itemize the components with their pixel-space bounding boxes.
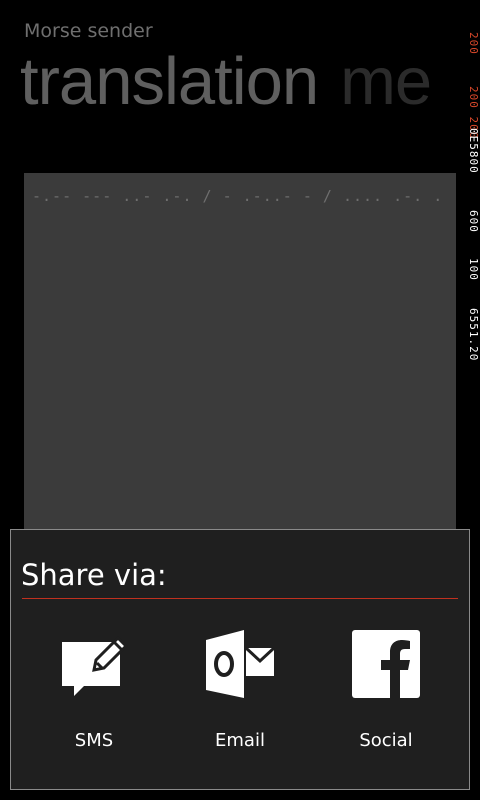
- morse-text: -.-- --- ..- .-. / - .-..- - / .... .-. …: [32, 187, 444, 205]
- share-title: Share via:: [21, 558, 167, 592]
- outlook-email-icon: [206, 630, 276, 698]
- tab-translation[interactable]: translation: [20, 44, 319, 119]
- debug-counter: 0E5800: [467, 128, 480, 174]
- debug-counter: 100: [467, 258, 480, 281]
- pivot-header: translation me: [20, 48, 432, 115]
- facebook-icon: [352, 630, 420, 698]
- share-sms-button[interactable]: SMS: [39, 628, 149, 758]
- screen: Morse sender translation me 200 200 200 0…: [0, 0, 480, 800]
- share-email-label: Email: [215, 730, 265, 751]
- debug-counter: 600: [467, 210, 480, 233]
- tab-message[interactable]: me: [340, 44, 432, 119]
- debug-counter: 200: [467, 32, 480, 55]
- share-social-label: Social: [359, 730, 413, 751]
- sms-icon: [62, 635, 129, 696]
- morse-text-area[interactable]: -.-- --- ..- .-. / - .-..- - / .... .-. …: [24, 173, 456, 553]
- share-social-button[interactable]: Social: [331, 628, 441, 758]
- debug-counter: 6551.20: [467, 308, 480, 362]
- share-email-button[interactable]: Email: [185, 628, 295, 758]
- share-divider: [22, 598, 458, 599]
- app-title: Morse sender: [24, 20, 153, 42]
- share-panel: Share via: SMS Email Social: [10, 529, 470, 790]
- share-sms-label: SMS: [74, 730, 114, 751]
- debug-counters: 200 200 200 0E5800 600 100 6551.20: [466, 30, 480, 400]
